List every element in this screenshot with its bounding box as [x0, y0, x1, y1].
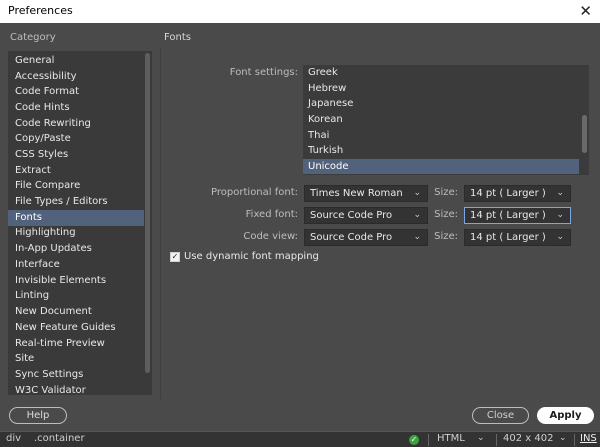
- category-item-code-rewriting[interactable]: Code Rewriting: [8, 116, 144, 132]
- category-item-in-app-updates[interactable]: In-App Updates: [8, 241, 144, 257]
- category-item-copy-paste[interactable]: Copy/Paste: [8, 131, 144, 147]
- category-item-sync-settings[interactable]: Sync Settings: [8, 367, 144, 383]
- fixed-font-label: Fixed font:: [245, 209, 298, 220]
- category-item-invisible-elements[interactable]: Invisible Elements: [8, 273, 144, 289]
- chevron-down-icon: ⌄: [556, 232, 564, 242]
- status-selector[interactable]: .container: [34, 433, 85, 444]
- code-view-label: Code view:: [243, 231, 298, 242]
- category-item-file-compare[interactable]: File Compare: [8, 178, 144, 194]
- category-item-linting[interactable]: Linting: [8, 288, 144, 304]
- font-setting-japanese[interactable]: Japanese: [303, 96, 579, 111]
- status-separator: [428, 434, 429, 446]
- category-item-new-document[interactable]: New Document: [8, 304, 144, 320]
- code-view-size-value: 14 pt ( Larger ): [470, 232, 546, 243]
- font-settings-scrollbar[interactable]: [582, 115, 587, 153]
- status-separator: [496, 434, 497, 446]
- panel-divider: [160, 47, 161, 399]
- status-separator: [574, 434, 575, 446]
- dynamic-font-mapping-label[interactable]: Use dynamic font mapping: [184, 251, 319, 262]
- close-button[interactable]: Close: [472, 407, 529, 424]
- dynamic-font-mapping-checkbox[interactable]: ✓: [170, 252, 180, 262]
- fixed-size-select[interactable]: 14 pt ( Larger ) ⌄: [464, 207, 571, 224]
- proportional-font-value: Times New Roman: [310, 188, 403, 199]
- category-item-file-types-editors[interactable]: File Types / Editors: [8, 194, 144, 210]
- font-setting-greek[interactable]: Greek: [303, 65, 579, 80]
- fixed-size-label: Size:: [434, 209, 458, 220]
- font-setting-thai[interactable]: Thai: [303, 128, 579, 143]
- category-scrollbar[interactable]: [145, 53, 150, 373]
- font-setting-turkish[interactable]: Turkish: [303, 143, 579, 158]
- code-view-size-select[interactable]: 14 pt ( Larger ) ⌄: [464, 229, 571, 246]
- category-item-css-styles[interactable]: CSS Styles: [8, 147, 144, 163]
- font-setting-hebrew[interactable]: Hebrew: [303, 81, 579, 96]
- help-button[interactable]: Help: [9, 407, 67, 424]
- window-title: Preferences: [8, 4, 73, 17]
- category-item-code-format[interactable]: Code Format: [8, 84, 144, 100]
- chevron-down-icon: ⌄: [413, 210, 421, 220]
- category-item-code-hints[interactable]: Code Hints: [8, 100, 144, 116]
- chevron-down-icon: ⌄: [556, 188, 564, 198]
- close-icon[interactable]: ✕: [579, 1, 592, 21]
- title-bar: Preferences ✕: [0, 0, 600, 23]
- status-dimensions[interactable]: 402 x 402: [503, 433, 553, 444]
- category-item-new-feature-guides[interactable]: New Feature Guides: [8, 320, 144, 336]
- proportional-font-select[interactable]: Times New Roman ⌄: [304, 185, 428, 202]
- code-view-font-value: Source Code Pro: [310, 232, 393, 243]
- category-item-site[interactable]: Site: [8, 351, 144, 367]
- chevron-down-icon: ⌄: [413, 232, 421, 242]
- chevron-down-icon: ⌄: [559, 433, 567, 443]
- font-settings-list: Greek Hebrew Japanese Korean Thai Turkis…: [303, 65, 589, 175]
- category-list: General Accessibility Code Format Code H…: [8, 51, 152, 395]
- status-bar: div .container ✓ HTML ⌄ 402 x 402 ⌄ INS: [0, 431, 600, 447]
- fixed-font-select[interactable]: Source Code Pro ⌄: [304, 207, 428, 224]
- font-settings-label: Font settings:: [229, 67, 298, 78]
- proportional-size-value: 14 pt ( Larger ): [470, 188, 546, 199]
- fixed-font-value: Source Code Pro: [310, 210, 393, 221]
- category-item-highlighting[interactable]: Highlighting: [8, 225, 144, 241]
- status-doc-type[interactable]: HTML: [437, 433, 465, 444]
- code-view-font-select[interactable]: Source Code Pro ⌄: [304, 229, 428, 246]
- proportional-size-select[interactable]: 14 pt ( Larger ) ⌄: [464, 185, 571, 202]
- proportional-size-label: Size:: [434, 187, 458, 198]
- category-item-extract[interactable]: Extract: [8, 163, 144, 179]
- font-setting-unicode[interactable]: Unicode: [303, 159, 579, 174]
- font-setting-korean[interactable]: Korean: [303, 112, 579, 127]
- check-circle-icon: ✓: [409, 435, 419, 445]
- status-insert-mode[interactable]: INS: [580, 433, 597, 444]
- status-tag[interactable]: div: [6, 433, 21, 444]
- category-item-general[interactable]: General: [8, 53, 144, 69]
- category-item-real-time-preview[interactable]: Real-time Preview: [8, 336, 144, 352]
- category-item-w3c-validator[interactable]: W3C Validator: [8, 383, 144, 395]
- category-header: Category: [10, 32, 56, 43]
- section-title: Fonts: [164, 32, 191, 43]
- chevron-down-icon: ⌄: [413, 188, 421, 198]
- category-item-fonts[interactable]: Fonts: [8, 210, 144, 226]
- proportional-font-label: Proportional font:: [211, 187, 298, 198]
- chevron-down-icon: ⌄: [477, 433, 485, 443]
- apply-button[interactable]: Apply: [537, 407, 594, 424]
- fixed-size-value: 14 pt ( Larger ): [470, 210, 546, 221]
- checkmark-icon: ✓: [171, 252, 179, 261]
- code-view-size-label: Size:: [434, 231, 458, 242]
- category-item-interface[interactable]: Interface: [8, 257, 144, 273]
- category-item-accessibility[interactable]: Accessibility: [8, 69, 144, 85]
- chevron-down-icon: ⌄: [556, 210, 564, 220]
